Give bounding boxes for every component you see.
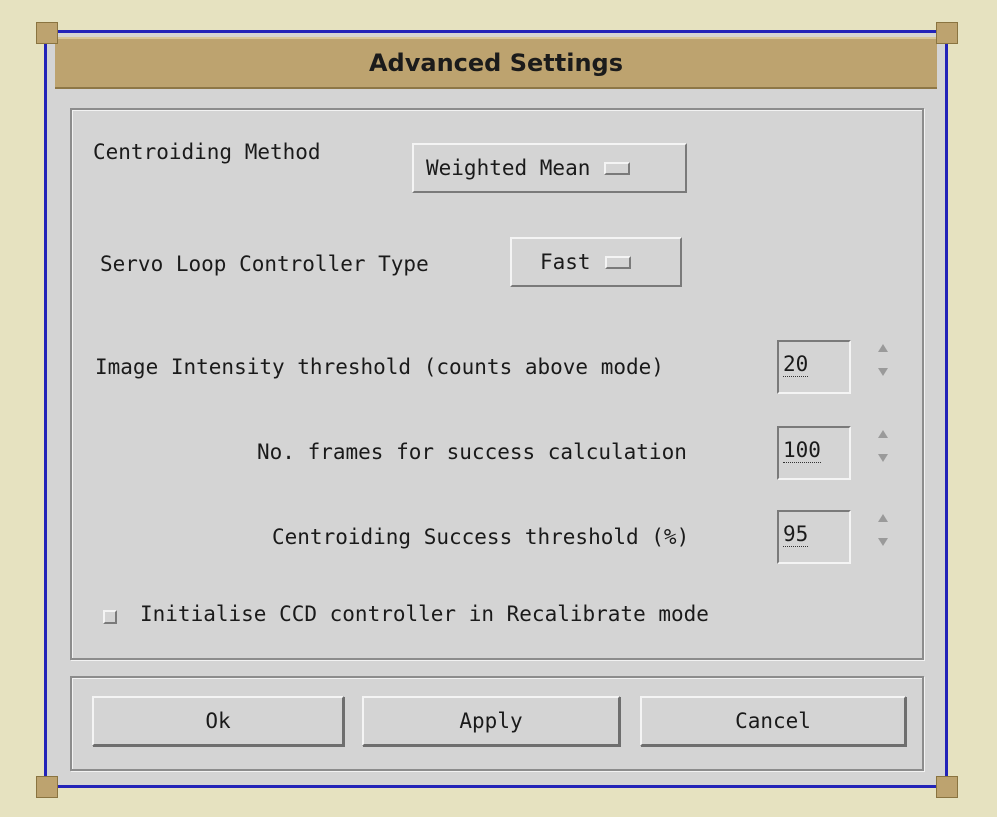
- intensity-threshold-spinner[interactable]: [875, 340, 891, 386]
- servo-loop-value: Fast: [540, 250, 591, 274]
- centroiding-method-menu[interactable]: Weighted Mean: [412, 143, 687, 193]
- ok-button[interactable]: Ok: [92, 696, 344, 746]
- apply-button[interactable]: Apply: [362, 696, 620, 746]
- spin-up-icon[interactable]: [878, 430, 888, 438]
- intensity-threshold-label: Image Intensity threshold (counts above …: [95, 355, 664, 379]
- centroiding-method-value: Weighted Mean: [426, 156, 591, 180]
- window-corner-top-left[interactable]: [36, 22, 58, 44]
- cancel-button[interactable]: Cancel: [640, 696, 906, 746]
- intensity-threshold-field[interactable]: 20: [777, 340, 851, 394]
- button-panel: Ok Apply Cancel: [70, 676, 924, 771]
- advanced-settings-dialog: Advanced Settings Centroiding Method Wei…: [44, 30, 948, 788]
- frames-success-spinner[interactable]: [875, 426, 891, 472]
- frames-success-value: 100: [783, 438, 821, 463]
- option-menu-indicator-icon: [604, 161, 631, 175]
- success-threshold-value: 95: [783, 522, 809, 547]
- intensity-threshold-value: 20: [783, 352, 809, 377]
- servo-loop-label: Servo Loop Controller Type: [100, 252, 429, 276]
- spin-down-icon[interactable]: [878, 538, 888, 546]
- window-corner-bottom-right[interactable]: [936, 776, 958, 798]
- spin-up-icon[interactable]: [878, 514, 888, 522]
- success-threshold-label: Centroiding Success threshold (%): [272, 525, 690, 549]
- init-ccd-checkbox[interactable]: [103, 610, 117, 624]
- spin-down-icon[interactable]: [878, 368, 888, 376]
- success-threshold-field[interactable]: 95: [777, 510, 851, 564]
- frames-success-field[interactable]: 100: [777, 426, 851, 480]
- spin-up-icon[interactable]: [878, 344, 888, 352]
- centroiding-method-label: Centroiding Method: [93, 140, 321, 164]
- servo-loop-menu[interactable]: Fast: [510, 237, 682, 287]
- dialog-title[interactable]: Advanced Settings: [55, 37, 937, 89]
- success-threshold-spinner[interactable]: [875, 510, 891, 556]
- init-ccd-label: Initialise CCD controller in Recalibrate…: [140, 602, 709, 626]
- frames-success-label: No. frames for success calculation: [257, 440, 687, 464]
- window-corner-bottom-left[interactable]: [36, 776, 58, 798]
- window-corner-top-right[interactable]: [936, 22, 958, 44]
- option-menu-indicator-icon: [604, 255, 631, 269]
- spin-down-icon[interactable]: [878, 454, 888, 462]
- settings-panel: Centroiding Method Weighted Mean Servo L…: [70, 108, 924, 660]
